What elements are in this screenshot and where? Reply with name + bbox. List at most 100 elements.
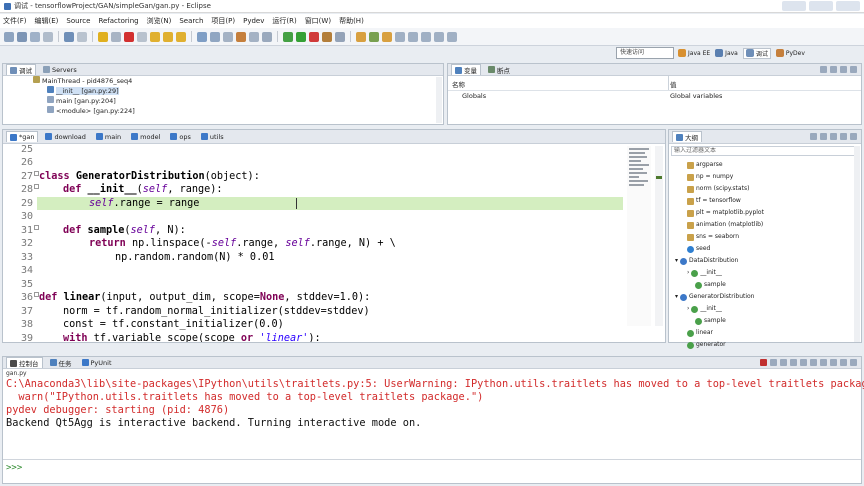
tab-main[interactable]: main [93,131,124,142]
console-output[interactable]: C:\Anaconda3\lib\site-packages\IPython\u… [3,378,864,430]
perspective-debug[interactable]: 调试 [742,47,771,59]
pin-console-icon[interactable] [810,359,817,366]
clear-console-icon[interactable] [780,359,787,366]
outline-item[interactable]: › __init__ [673,267,859,279]
tab-download[interactable]: download [42,131,88,142]
tab-variables[interactable]: 变量 [451,64,481,75]
menu-pydev[interactable]: Pydev [243,17,264,25]
back-icon[interactable] [434,31,444,42]
ruler-marker[interactable] [656,176,662,179]
fold-marker[interactable] [34,292,39,297]
perspective-java-ee[interactable]: Java EE [678,49,710,57]
minimize-view-icon[interactable] [850,133,857,140]
annotation-icon[interactable] [395,31,405,42]
tab-tasks[interactable]: 任务 [47,357,75,368]
outline-item[interactable]: animation (matplotlib) [673,219,859,231]
view-menu-icon[interactable] [840,133,847,140]
outline-item[interactable]: np = numpy [673,171,859,183]
tab-model[interactable]: model [128,131,163,142]
tab-utils[interactable]: utils [198,131,227,142]
tab-servers[interactable]: Servers [40,64,80,75]
coverage-icon[interactable] [322,31,332,42]
maximize-view-icon[interactable] [850,66,857,73]
open-resource-icon[interactable] [249,31,259,42]
quick-access-field[interactable]: 快速访问 [616,47,674,59]
previous-annotation-icon[interactable] [421,31,431,42]
tab-ops[interactable]: ops [167,131,194,142]
thread-node[interactable]: MainThread - pid4876_seq4 [3,76,443,86]
fold-marker[interactable] [34,171,39,176]
outline-item[interactable]: ▾ DataDistribution [673,255,859,267]
console-prompt[interactable]: >>> [6,463,22,473]
minimize-button[interactable] [782,1,806,11]
globals-row-name[interactable]: Globals [462,92,486,98]
sort-icon[interactable] [810,133,817,140]
menu-window[interactable]: 窗口(W) [305,16,331,26]
maximize-button[interactable] [809,1,833,11]
menu-navigate[interactable]: 浏览(N) [147,16,172,26]
tab-console[interactable]: 控制台 [6,357,43,368]
chevron-down-icon[interactable]: ▾ [675,255,678,267]
external-tools-icon[interactable] [309,31,319,42]
scroll-lock-icon[interactable] [790,359,797,366]
stack-frame-selected[interactable]: __init__ [gan.py:29] [3,86,443,96]
tab-outline[interactable]: 大纲 [672,131,702,142]
outline-item[interactable]: generator [673,339,859,351]
chevron-right-icon[interactable]: › [687,267,689,279]
skip-breakpoints-icon[interactable] [77,31,87,42]
outline-filter-input[interactable]: 输入过滤器文本 [671,146,859,156]
menu-refactoring[interactable]: Refactoring [98,17,138,25]
outline-item[interactable]: sample [673,279,859,291]
open-console-icon[interactable] [830,359,837,366]
outline-scrollbar[interactable] [854,146,860,342]
column-value-header[interactable]: 值 [670,79,677,89]
outline-item[interactable]: argparse [673,159,859,171]
new-icon[interactable] [4,31,14,42]
new-class-icon[interactable] [369,31,379,42]
collapse-all-icon[interactable] [820,133,827,140]
collapse-all-icon[interactable] [820,66,827,73]
remove-launch-icon[interactable] [770,359,777,366]
step-over-icon[interactable] [163,31,173,42]
perspective-pydev[interactable]: PyDev [775,49,805,57]
outline-item[interactable]: plt = matplotlib.pyplot [673,207,859,219]
chevron-right-icon[interactable]: › [687,303,689,315]
run-icon[interactable] [296,31,306,42]
perspective-java[interactable]: Java [715,49,738,57]
menu-help[interactable]: 帮助(H) [339,16,364,26]
outline-item[interactable]: tf = tensorflow [673,195,859,207]
resume-icon[interactable] [98,31,108,42]
save-icon[interactable] [17,31,27,42]
open-type-icon[interactable] [223,31,233,42]
pydev-icon[interactable] [236,31,246,42]
next-annotation-icon[interactable] [408,31,418,42]
stack-frame[interactable]: main [gan.py:204] [3,96,443,106]
outline-item[interactable]: sns = seaborn [673,231,859,243]
terminate-console-icon[interactable] [760,359,767,366]
menu-source[interactable]: Source [66,17,90,25]
step-into-icon[interactable] [150,31,160,42]
code-minimap[interactable] [627,146,651,326]
tab-debug[interactable]: 调试 [6,64,36,75]
maximize-view-icon[interactable] [850,359,857,366]
minimize-view-icon[interactable] [840,359,847,366]
search-icon[interactable] [262,31,272,42]
debug-run-icon[interactable] [283,31,293,42]
terminal-icon[interactable] [64,31,74,42]
disconnect-icon[interactable] [137,31,147,42]
new-folder-icon[interactable] [382,31,392,42]
new-java-project-icon[interactable] [335,31,345,42]
chevron-down-icon[interactable]: ▾ [675,291,678,303]
menu-search[interactable]: Search [179,17,203,25]
minimize-view-icon[interactable] [840,66,847,73]
link-with-editor-icon[interactable] [830,133,837,140]
fold-marker[interactable] [34,184,39,189]
editor-overview-ruler[interactable] [655,146,663,326]
step-return-icon[interactable] [176,31,186,42]
use-step-filters-icon[interactable] [210,31,220,42]
outline-item[interactable]: sample [673,315,859,327]
tab-pyunit[interactable]: PyUnit [79,357,115,368]
print-icon[interactable] [43,31,53,42]
new-package-icon[interactable] [356,31,366,42]
menu-file[interactable]: 文件(F) [3,16,27,26]
